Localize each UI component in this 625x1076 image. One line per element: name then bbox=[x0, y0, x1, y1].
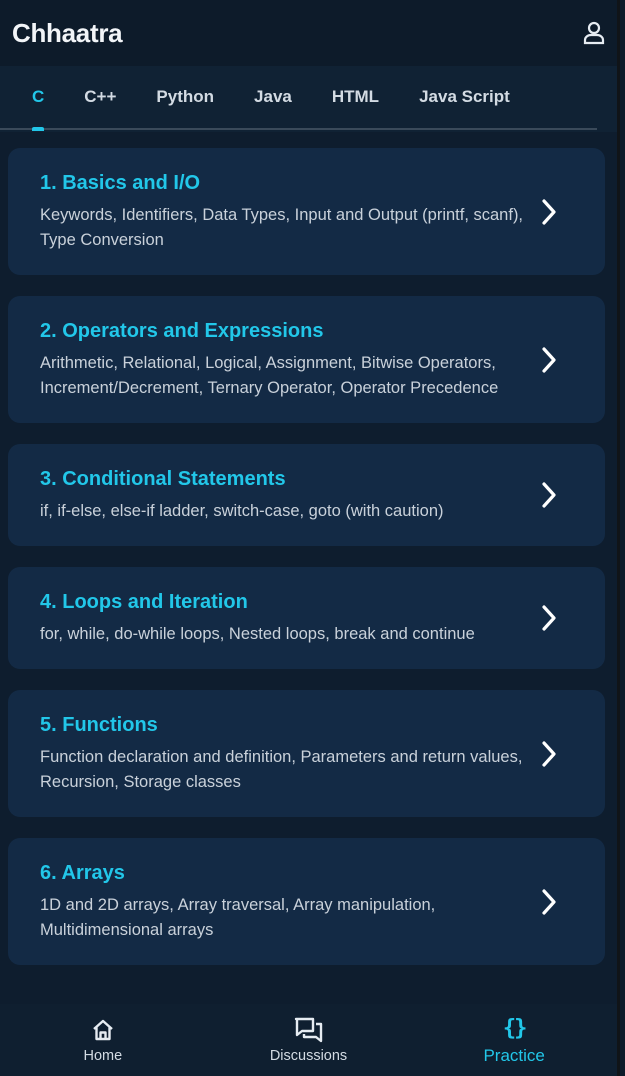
language-tabs: C C++ Python Java HTML Java Script bbox=[0, 66, 617, 132]
topic-list: 1. Basics and I/O Keywords, Identifiers,… bbox=[0, 132, 617, 965]
tab-python[interactable]: Python bbox=[136, 65, 234, 129]
nav-practice[interactable]: {} Practice bbox=[411, 1004, 617, 1076]
topic-description: Function declaration and definition, Par… bbox=[40, 748, 523, 791]
app-bar: Chhaatra bbox=[0, 0, 617, 66]
nav-home-label: Home bbox=[83, 1048, 123, 1064]
topic-card-loops[interactable]: 4. Loops and Iteration for, while, do-wh… bbox=[8, 567, 605, 669]
nav-home[interactable]: Home bbox=[0, 1004, 206, 1076]
topic-title: 5. Functions bbox=[40, 714, 158, 736]
tab-cpp[interactable]: C++ bbox=[64, 65, 136, 129]
chat-icon bbox=[294, 1017, 322, 1043]
chevron-right-icon bbox=[542, 482, 556, 508]
topic-description: for, while, do-while loops, Nested loops… bbox=[40, 625, 475, 643]
nav-practice-label: Practice bbox=[483, 1046, 545, 1065]
topic-title: 6. Arrays bbox=[40, 862, 125, 884]
topic-card-arrays[interactable]: 6. Arrays 1D and 2D arrays, Array traver… bbox=[8, 838, 605, 965]
chevron-right-icon bbox=[542, 605, 556, 631]
tab-c[interactable]: C bbox=[12, 65, 64, 129]
topic-title: 2. Operators and Expressions bbox=[40, 320, 324, 342]
home-icon bbox=[93, 1019, 113, 1041]
topic-card-operators[interactable]: 2. Operators and Expressions Arithmetic,… bbox=[8, 296, 605, 423]
profile-button[interactable] bbox=[579, 18, 609, 48]
chevron-right-icon bbox=[542, 740, 556, 767]
app-title: Chhaatra bbox=[12, 17, 123, 48]
code-braces-icon: {} bbox=[502, 1015, 527, 1041]
topic-title: 4. Loops and Iteration bbox=[40, 591, 248, 613]
topic-title: 1. Basics and I/O bbox=[40, 172, 201, 194]
nav-discussions-label: Discussions bbox=[269, 1048, 348, 1064]
nav-discussions[interactable]: Discussions bbox=[206, 1004, 412, 1076]
topic-card-basics[interactable]: 1. Basics and I/O Keywords, Identifiers,… bbox=[8, 148, 605, 275]
topic-description: Keywords, Identifiers, Data Types, Input… bbox=[40, 206, 524, 249]
topic-card-conditionals[interactable]: 3. Conditional Statements if, if-else, e… bbox=[8, 444, 605, 546]
topic-card-functions[interactable]: 5. Functions Function declaration and de… bbox=[8, 690, 605, 817]
bottom-navigation: Home Discussions {} Practice bbox=[0, 1004, 617, 1076]
topic-description: 1D and 2D arrays, Array traversal, Array… bbox=[40, 896, 436, 939]
topic-description: Arithmetic, Relational, Logical, Assignm… bbox=[40, 354, 499, 397]
chevron-right-icon bbox=[542, 198, 556, 225]
topic-title: 3. Conditional Statements bbox=[40, 468, 286, 490]
app-root: Chhaatra C C++ Python Java HTML Java Scr… bbox=[0, 0, 620, 1076]
tab-html[interactable]: HTML bbox=[312, 65, 399, 129]
tab-java[interactable]: Java bbox=[234, 65, 312, 129]
chevron-right-icon bbox=[542, 888, 556, 915]
chevron-right-icon bbox=[542, 346, 556, 373]
topic-description: if, if-else, else-if ladder, switch-case… bbox=[40, 502, 444, 520]
person-icon bbox=[583, 21, 605, 45]
tab-javascript[interactable]: Java Script bbox=[399, 65, 530, 129]
